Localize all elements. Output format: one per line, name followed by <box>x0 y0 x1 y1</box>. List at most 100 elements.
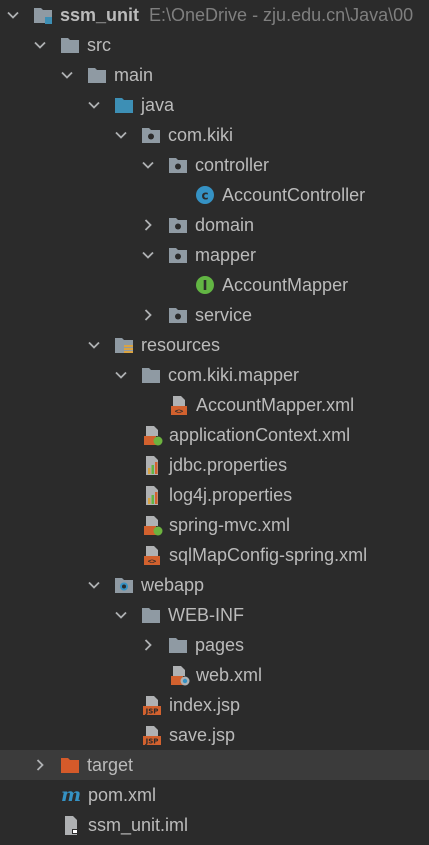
package-icon <box>167 214 189 236</box>
tree-row-webapp[interactable]: webapp <box>0 570 429 600</box>
tree-row-save-jsp[interactable]: JSP save.jsp <box>0 720 429 750</box>
tree-row-account-controller[interactable]: c AccountController <box>0 180 429 210</box>
tree-label: sqlMapConfig-spring.xml <box>169 544 368 565</box>
tree-row-src[interactable]: src <box>0 30 429 60</box>
chevron-right-icon[interactable] <box>141 218 155 232</box>
tree-label: WEB-INF <box>168 604 244 625</box>
tree-row-jdbc-properties[interactable]: jdbc.properties <box>0 450 429 480</box>
source-folder-icon <box>113 94 135 116</box>
chevron-down-icon[interactable] <box>87 98 101 112</box>
folder-icon <box>140 364 162 386</box>
tree-label: com.kiki <box>168 124 234 145</box>
project-name: ssm_unit <box>60 4 140 25</box>
project-path: E:\OneDrive - zju.edu.cn\Java\00 <box>149 4 414 25</box>
chevron-down-icon[interactable] <box>87 338 101 352</box>
tree-label: main <box>114 64 154 85</box>
tree-label: spring-mvc.xml <box>169 514 291 535</box>
spring-xml-icon <box>141 514 163 536</box>
tree-label: com.kiki.mapper <box>168 364 300 385</box>
jsp-file-icon: JSP <box>141 724 163 746</box>
properties-file-icon <box>141 454 163 476</box>
tree-label: mapper <box>195 244 257 265</box>
chevron-down-icon[interactable] <box>141 158 155 172</box>
chevron-down-icon[interactable] <box>87 578 101 592</box>
tree-label: service <box>195 304 253 325</box>
chevron-down-icon[interactable] <box>6 8 20 22</box>
tree-row-resources[interactable]: resources <box>0 330 429 360</box>
tree-label: resources <box>141 334 221 355</box>
package-icon <box>140 124 162 146</box>
project-tree: ssm_unit E:\OneDrive - zju.edu.cn\Java\0… <box>0 0 429 845</box>
tree-row-account-mapper[interactable]: AccountMapper <box>0 270 429 300</box>
iml-file-icon <box>60 814 82 836</box>
chevron-down-icon[interactable] <box>33 38 47 52</box>
tree-row-index-jsp[interactable]: JSP index.jsp <box>0 690 429 720</box>
tree-row-controller[interactable]: controller <box>0 150 429 180</box>
tree-label: jdbc.properties <box>169 454 288 475</box>
chevron-down-icon[interactable] <box>114 608 128 622</box>
tree-label: save.jsp <box>169 724 236 745</box>
chevron-down-icon[interactable] <box>114 368 128 382</box>
tree-row-domain[interactable]: domain <box>0 210 429 240</box>
tree-row-application-context-xml[interactable]: applicationContext.xml <box>0 420 429 450</box>
tree-label: web.xml <box>196 664 263 685</box>
tree-row-project-root[interactable]: ssm_unit E:\OneDrive - zju.edu.cn\Java\0… <box>0 0 429 30</box>
web-folder-icon <box>113 574 135 596</box>
chevron-down-icon[interactable] <box>114 128 128 142</box>
tree-row-service[interactable]: service <box>0 300 429 330</box>
chevron-right-icon[interactable] <box>141 638 155 652</box>
chevron-down-icon[interactable] <box>60 68 74 82</box>
excluded-folder-icon <box>59 754 81 776</box>
folder-icon <box>167 634 189 656</box>
tree-row-com-kiki-mapper[interactable]: com.kiki.mapper <box>0 360 429 390</box>
tree-label: log4j.properties <box>169 484 293 505</box>
tree-row-target[interactable]: target <box>0 750 429 780</box>
tree-label: AccountMapper.xml <box>196 394 355 415</box>
module-folder-icon <box>32 4 54 26</box>
tree-label: controller <box>195 154 270 175</box>
tree-label: domain <box>195 214 255 235</box>
tree-row-pages[interactable]: pages <box>0 630 429 660</box>
tree-row-main[interactable]: main <box>0 60 429 90</box>
svg-text:<>: <> <box>148 558 156 566</box>
tree-row-log4j-properties[interactable]: log4j.properties <box>0 480 429 510</box>
tree-label: src <box>87 34 111 55</box>
tree-row-web-xml[interactable]: web.xml <box>0 660 429 690</box>
tree-row-sqlmapconfig-spring-xml[interactable]: <> sqlMapConfig-spring.xml <box>0 540 429 570</box>
package-icon <box>167 154 189 176</box>
svg-text:JSP: JSP <box>145 708 159 716</box>
tree-row-pom-xml[interactable]: m pom.xml <box>0 780 429 810</box>
xml-file-icon: <> <box>168 394 190 416</box>
folder-icon <box>86 64 108 86</box>
chevron-right-icon[interactable] <box>141 308 155 322</box>
chevron-down-icon[interactable] <box>141 248 155 262</box>
package-icon <box>167 304 189 326</box>
tree-label: pages <box>195 634 245 655</box>
tree-label: pom.xml <box>88 784 157 805</box>
web-xml-icon <box>168 664 190 686</box>
class-icon: c <box>194 184 216 206</box>
jsp-file-icon: JSP <box>141 694 163 716</box>
tree-label: applicationContext.xml <box>169 424 351 445</box>
folder-icon <box>59 34 81 56</box>
package-icon <box>167 244 189 266</box>
properties-file-icon <box>141 484 163 506</box>
tree-label: AccountMapper <box>222 274 349 295</box>
tree-label: java <box>141 94 175 115</box>
xml-file-icon: <> <box>141 544 163 566</box>
resources-folder-icon <box>113 334 135 356</box>
tree-row-web-inf[interactable]: WEB-INF <box>0 600 429 630</box>
chevron-right-icon[interactable] <box>33 758 47 772</box>
tree-row-spring-mvc-xml[interactable]: spring-mvc.xml <box>0 510 429 540</box>
svg-text:<>: <> <box>175 408 183 416</box>
tree-row-account-mapper-xml[interactable]: <> AccountMapper.xml <box>0 390 429 420</box>
tree-row-mapper[interactable]: mapper <box>0 240 429 270</box>
tree-row-com-kiki[interactable]: com.kiki <box>0 120 429 150</box>
svg-text:JSP: JSP <box>145 738 159 746</box>
tree-row-java[interactable]: java <box>0 90 429 120</box>
tree-label: index.jsp <box>169 694 241 715</box>
tree-row-ssm-unit-iml[interactable]: ssm_unit.iml <box>0 810 429 840</box>
tree-label: target <box>87 754 134 775</box>
tree-label: AccountController <box>222 184 366 205</box>
interface-icon <box>194 274 216 296</box>
